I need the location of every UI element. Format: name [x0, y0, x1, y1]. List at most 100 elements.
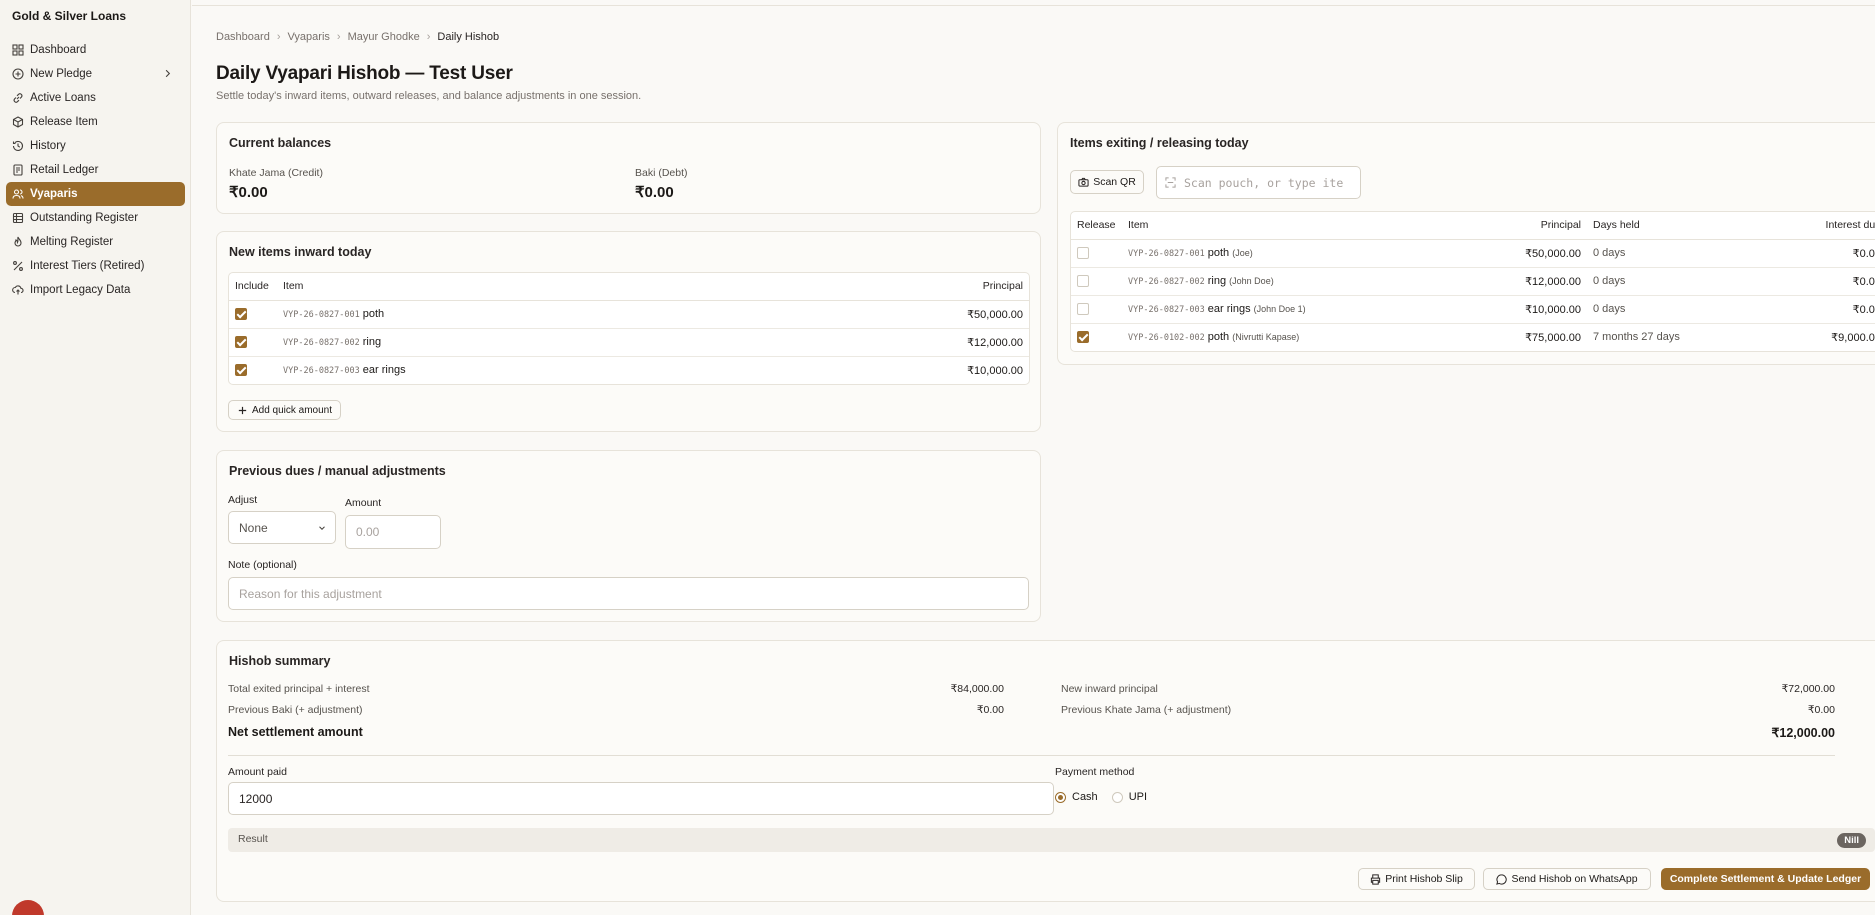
principal-cell: ₹12,000.00 [776, 328, 1029, 357]
note-label: Note (optional) [228, 559, 297, 571]
button-label: Add quick amount [251, 404, 333, 416]
add-quick-amount-button[interactable]: Add quick amount [228, 400, 341, 420]
amount-placeholder: 0.00 [356, 525, 380, 539]
amount-label: Amount [345, 497, 382, 509]
percent-icon [13, 261, 23, 271]
sidebar-nav: Dashboard New Pledge Active Loans Releas… [6, 38, 185, 302]
amount-paid-input[interactable]: 12000 [228, 782, 1054, 815]
include-checkbox[interactable] [235, 336, 247, 349]
history-icon [12, 140, 24, 152]
item-owner: (Nivrutti Kapase) [1232, 332, 1300, 343]
item-owner: (John Doe 1) [1253, 304, 1306, 314]
message-circle-icon [1496, 873, 1508, 885]
ledger-icon [13, 164, 23, 176]
link-icon [13, 93, 23, 103]
release-checkbox[interactable] [1077, 247, 1089, 260]
days-cell: 7 months 27 days [1593, 331, 1680, 344]
sidebar-item-melting-register[interactable]: Melting Register [6, 230, 185, 254]
sidebar-item-outstanding-register[interactable]: Outstanding Register [6, 206, 185, 230]
column-header: Days held [1587, 212, 1787, 240]
release-checkbox[interactable] [1077, 303, 1089, 316]
divider [228, 755, 1835, 756]
plus-icon [238, 406, 247, 414]
printer-icon [1371, 873, 1381, 885]
sidebar-item-label: Dashboard [30, 44, 87, 56]
item-code: VYP-26-0102-002 [1128, 333, 1205, 344]
current-balances-card: Current balances Khate Jama (Credit) ₹0.… [216, 122, 1041, 214]
card-title: Items exiting / releasing today [1070, 136, 1249, 150]
interest-cell: ₹0.00 [1787, 239, 1875, 268]
include-checkbox[interactable] [235, 364, 247, 377]
upi-option[interactable]: UPI [1111, 791, 1147, 803]
principal-cell: ₹50,000.00 [1467, 239, 1587, 268]
breadcrumb-vyapari[interactable]: Mayur Ghodke [348, 31, 420, 43]
button-label: Complete Settlement & Update Ledger [1669, 873, 1862, 885]
cash-radio[interactable] [1055, 791, 1066, 803]
sidebar-item-import-legacy[interactable]: Import Legacy Data [6, 278, 185, 302]
item-code: VYP-26-0827-001 [1128, 249, 1205, 259]
principal-cell: ₹75,000.00 [1525, 331, 1581, 344]
sidebar-item-retail-ledger[interactable]: Retail Ledger [6, 158, 185, 182]
sidebar-item-dashboard[interactable]: Dashboard [6, 38, 185, 62]
users-icon [12, 189, 24, 199]
top-bar [192, 0, 1875, 6]
result-label: Result [238, 833, 268, 845]
principal-cell: ₹12,000.00 [1467, 267, 1587, 296]
item-name: poth [1207, 247, 1230, 259]
sidebar-item-history[interactable]: History [6, 134, 185, 158]
sidebar-item-interest-tiers[interactable]: Interest Tiers (Retired) [6, 254, 185, 278]
note-input[interactable]: Reason for this adjustment [228, 577, 1029, 610]
plus-circle-icon [12, 68, 24, 80]
column-header: Principal [1467, 212, 1587, 240]
item-code: VYP-26-0827-003 [283, 366, 360, 377]
page-subtitle: Settle today's inward items, outward rel… [216, 90, 642, 102]
print-hishob-slip-button[interactable]: Print Hishob Slip [1358, 868, 1475, 890]
inward-items-card: New items inward today Include Item Prin… [216, 231, 1041, 432]
table-row: VYP-26-0827-003 ear rings ₹10,000.00 [229, 356, 1029, 384]
prev-baki-label: Previous Baki (+ adjustment) [228, 704, 363, 716]
sidebar-item-release-item[interactable]: Release Item [6, 110, 185, 134]
amount-paid-value: 12000 [239, 791, 273, 806]
table-row: VYP-26-0827-002 ring ₹12,000.00 [229, 328, 1029, 357]
sidebar-item-label: New Pledge [30, 68, 93, 80]
amount-input[interactable]: 0.00 [345, 515, 441, 549]
interest-cell: ₹9,000.00 [1831, 331, 1875, 344]
sidebar-item-new-pledge[interactable]: New Pledge [6, 62, 185, 86]
credit-value: ₹0.00 [229, 184, 268, 201]
button-label: Print Hishob Slip [1385, 873, 1463, 885]
release-checkbox[interactable] [1077, 275, 1089, 288]
item-owner: (Joe) [1232, 248, 1253, 258]
include-checkbox[interactable] [235, 308, 247, 321]
chevron-right-icon: › [336, 31, 341, 43]
breadcrumb-dashboard[interactable]: Dashboard [216, 31, 270, 43]
camera-icon [1078, 177, 1089, 187]
cash-option[interactable]: Cash [1055, 791, 1098, 803]
release-checkbox[interactable] [1077, 331, 1089, 344]
adjust-select-value: None [239, 520, 268, 535]
adjust-select[interactable]: None [228, 511, 336, 544]
complete-settlement-button[interactable]: Complete Settlement & Update Ledger [1661, 868, 1870, 890]
sidebar-item-label: Vyaparis [30, 188, 78, 200]
sidebar-item-vyaparis[interactable]: Vyaparis [6, 182, 185, 206]
column-header: Principal [776, 273, 1029, 301]
item-code: VYP-26-0827-001 [283, 310, 360, 320]
chevron-right-icon: › [426, 31, 431, 43]
chevron-right-icon [165, 69, 171, 78]
send-whatsapp-button[interactable]: Send Hishob on WhatsApp [1483, 868, 1651, 890]
exited-total-value: ₹84,000.00 [950, 683, 1004, 695]
days-cell: 0 days [1587, 267, 1787, 296]
scan-qr-button[interactable]: Scan QR [1070, 170, 1144, 194]
upload-icon [12, 285, 24, 295]
result-badge: Nill [1837, 833, 1866, 848]
table-row: VYP-26-0827-003 ear rings (John Doe 1) ₹1… [1071, 295, 1875, 324]
item-name: poth [362, 308, 385, 320]
amount-paid-label: Amount paid [228, 766, 287, 778]
scan-input[interactable]: Scan pouch, or type ite [1156, 166, 1361, 199]
table-row: VYP-26-0102-002 poth (Nivrutti Kapase) ₹7… [1071, 323, 1875, 351]
breadcrumb-vyaparis[interactable]: Vyaparis [288, 31, 330, 43]
upi-radio[interactable] [1111, 791, 1123, 803]
avatar[interactable] [12, 900, 44, 915]
scan-placeholder: Scan pouch, or type ite [1184, 175, 1344, 190]
sidebar-item-active-loans[interactable]: Active Loans [6, 86, 185, 110]
package-icon [12, 116, 24, 128]
